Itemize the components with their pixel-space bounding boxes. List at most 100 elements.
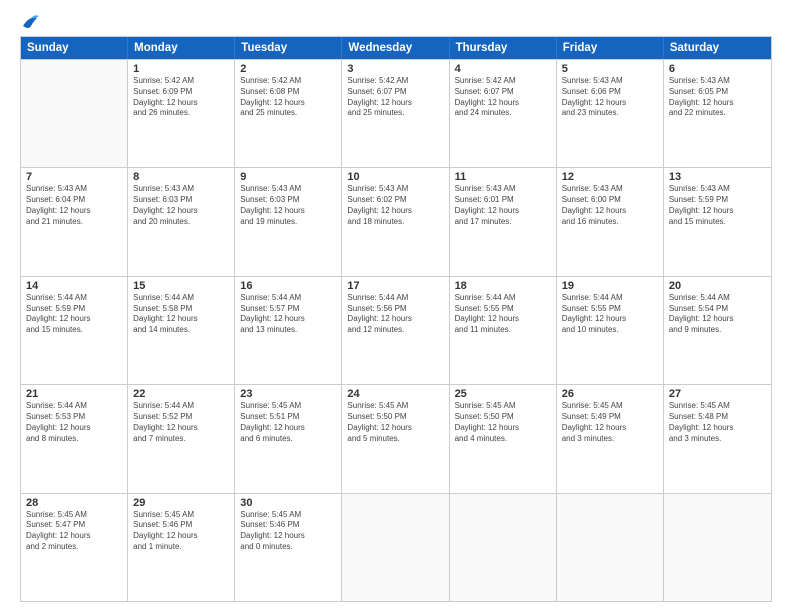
calendar-cell-empty-4-3 [342, 494, 449, 601]
calendar-cell-empty-4-6 [664, 494, 771, 601]
calendar-cell-25: 25Sunrise: 5:45 AM Sunset: 5:50 PM Dayli… [450, 385, 557, 492]
calendar-row-4: 28Sunrise: 5:45 AM Sunset: 5:47 PM Dayli… [21, 493, 771, 601]
day-info: Sunrise: 5:43 AM Sunset: 5:59 PM Dayligh… [669, 184, 766, 227]
day-info: Sunrise: 5:45 AM Sunset: 5:46 PM Dayligh… [133, 510, 229, 553]
day-number: 25 [455, 388, 551, 400]
calendar-cell-11: 11Sunrise: 5:43 AM Sunset: 6:01 PM Dayli… [450, 168, 557, 275]
calendar-cell-26: 26Sunrise: 5:45 AM Sunset: 5:49 PM Dayli… [557, 385, 664, 492]
day-number: 28 [26, 497, 122, 509]
day-number: 8 [133, 171, 229, 183]
day-info: Sunrise: 5:45 AM Sunset: 5:51 PM Dayligh… [240, 401, 336, 444]
header-day-monday: Monday [128, 37, 235, 59]
calendar-header: SundayMondayTuesdayWednesdayThursdayFrid… [21, 37, 771, 59]
calendar-cell-21: 21Sunrise: 5:44 AM Sunset: 5:53 PM Dayli… [21, 385, 128, 492]
calendar-cell-12: 12Sunrise: 5:43 AM Sunset: 6:00 PM Dayli… [557, 168, 664, 275]
calendar-cell-1: 1Sunrise: 5:42 AM Sunset: 6:09 PM Daylig… [128, 60, 235, 167]
day-info: Sunrise: 5:45 AM Sunset: 5:50 PM Dayligh… [347, 401, 443, 444]
day-info: Sunrise: 5:44 AM Sunset: 5:52 PM Dayligh… [133, 401, 229, 444]
day-number: 3 [347, 63, 443, 75]
day-info: Sunrise: 5:42 AM Sunset: 6:09 PM Dayligh… [133, 76, 229, 119]
header-day-wednesday: Wednesday [342, 37, 449, 59]
day-info: Sunrise: 5:44 AM Sunset: 5:54 PM Dayligh… [669, 293, 766, 336]
day-number: 6 [669, 63, 766, 75]
calendar-cell-14: 14Sunrise: 5:44 AM Sunset: 5:59 PM Dayli… [21, 277, 128, 384]
calendar-cell-18: 18Sunrise: 5:44 AM Sunset: 5:55 PM Dayli… [450, 277, 557, 384]
header-day-saturday: Saturday [664, 37, 771, 59]
day-info: Sunrise: 5:44 AM Sunset: 5:57 PM Dayligh… [240, 293, 336, 336]
calendar-cell-23: 23Sunrise: 5:45 AM Sunset: 5:51 PM Dayli… [235, 385, 342, 492]
calendar-cell-9: 9Sunrise: 5:43 AM Sunset: 6:03 PM Daylig… [235, 168, 342, 275]
day-info: Sunrise: 5:43 AM Sunset: 6:03 PM Dayligh… [133, 184, 229, 227]
day-number: 7 [26, 171, 122, 183]
calendar-cell-22: 22Sunrise: 5:44 AM Sunset: 5:52 PM Dayli… [128, 385, 235, 492]
day-number: 20 [669, 280, 766, 292]
header-day-friday: Friday [557, 37, 664, 59]
day-info: Sunrise: 5:42 AM Sunset: 6:08 PM Dayligh… [240, 76, 336, 119]
calendar-cell-6: 6Sunrise: 5:43 AM Sunset: 6:05 PM Daylig… [664, 60, 771, 167]
header-day-tuesday: Tuesday [235, 37, 342, 59]
day-number: 13 [669, 171, 766, 183]
calendar: SundayMondayTuesdayWednesdayThursdayFrid… [20, 36, 772, 602]
day-info: Sunrise: 5:42 AM Sunset: 6:07 PM Dayligh… [347, 76, 443, 119]
calendar-row-3: 21Sunrise: 5:44 AM Sunset: 5:53 PM Dayli… [21, 384, 771, 492]
calendar-cell-empty-4-5 [557, 494, 664, 601]
day-info: Sunrise: 5:44 AM Sunset: 5:55 PM Dayligh… [562, 293, 658, 336]
day-number: 10 [347, 171, 443, 183]
day-info: Sunrise: 5:45 AM Sunset: 5:47 PM Dayligh… [26, 510, 122, 553]
calendar-row-0: 1Sunrise: 5:42 AM Sunset: 6:09 PM Daylig… [21, 59, 771, 167]
day-info: Sunrise: 5:44 AM Sunset: 5:59 PM Dayligh… [26, 293, 122, 336]
day-info: Sunrise: 5:43 AM Sunset: 6:01 PM Dayligh… [455, 184, 551, 227]
day-number: 19 [562, 280, 658, 292]
day-number: 4 [455, 63, 551, 75]
calendar-cell-10: 10Sunrise: 5:43 AM Sunset: 6:02 PM Dayli… [342, 168, 449, 275]
calendar-cell-28: 28Sunrise: 5:45 AM Sunset: 5:47 PM Dayli… [21, 494, 128, 601]
day-number: 5 [562, 63, 658, 75]
day-info: Sunrise: 5:44 AM Sunset: 5:56 PM Dayligh… [347, 293, 443, 336]
calendar-row-1: 7Sunrise: 5:43 AM Sunset: 6:04 PM Daylig… [21, 167, 771, 275]
day-number: 24 [347, 388, 443, 400]
calendar-cell-3: 3Sunrise: 5:42 AM Sunset: 6:07 PM Daylig… [342, 60, 449, 167]
day-number: 18 [455, 280, 551, 292]
day-number: 23 [240, 388, 336, 400]
day-number: 15 [133, 280, 229, 292]
day-number: 26 [562, 388, 658, 400]
day-info: Sunrise: 5:45 AM Sunset: 5:48 PM Dayligh… [669, 401, 766, 444]
calendar-cell-empty-0-0 [21, 60, 128, 167]
day-info: Sunrise: 5:43 AM Sunset: 6:06 PM Dayligh… [562, 76, 658, 119]
logo-bird-icon [21, 12, 39, 34]
day-info: Sunrise: 5:43 AM Sunset: 6:02 PM Dayligh… [347, 184, 443, 227]
day-info: Sunrise: 5:44 AM Sunset: 5:55 PM Dayligh… [455, 293, 551, 336]
calendar-cell-13: 13Sunrise: 5:43 AM Sunset: 5:59 PM Dayli… [664, 168, 771, 275]
day-info: Sunrise: 5:43 AM Sunset: 6:05 PM Dayligh… [669, 76, 766, 119]
calendar-cell-20: 20Sunrise: 5:44 AM Sunset: 5:54 PM Dayli… [664, 277, 771, 384]
header [20, 16, 772, 30]
day-info: Sunrise: 5:44 AM Sunset: 5:53 PM Dayligh… [26, 401, 122, 444]
day-number: 29 [133, 497, 229, 509]
day-info: Sunrise: 5:45 AM Sunset: 5:50 PM Dayligh… [455, 401, 551, 444]
calendar-cell-19: 19Sunrise: 5:44 AM Sunset: 5:55 PM Dayli… [557, 277, 664, 384]
logo [20, 16, 39, 30]
calendar-cell-16: 16Sunrise: 5:44 AM Sunset: 5:57 PM Dayli… [235, 277, 342, 384]
calendar-cell-15: 15Sunrise: 5:44 AM Sunset: 5:58 PM Dayli… [128, 277, 235, 384]
day-number: 21 [26, 388, 122, 400]
page: SundayMondayTuesdayWednesdayThursdayFrid… [0, 0, 792, 612]
calendar-row-2: 14Sunrise: 5:44 AM Sunset: 5:59 PM Dayli… [21, 276, 771, 384]
day-number: 22 [133, 388, 229, 400]
day-number: 16 [240, 280, 336, 292]
day-info: Sunrise: 5:45 AM Sunset: 5:46 PM Dayligh… [240, 510, 336, 553]
day-number: 2 [240, 63, 336, 75]
day-number: 30 [240, 497, 336, 509]
day-number: 1 [133, 63, 229, 75]
calendar-cell-29: 29Sunrise: 5:45 AM Sunset: 5:46 PM Dayli… [128, 494, 235, 601]
day-number: 11 [455, 171, 551, 183]
day-number: 27 [669, 388, 766, 400]
calendar-cell-5: 5Sunrise: 5:43 AM Sunset: 6:06 PM Daylig… [557, 60, 664, 167]
day-number: 12 [562, 171, 658, 183]
day-number: 14 [26, 280, 122, 292]
calendar-cell-2: 2Sunrise: 5:42 AM Sunset: 6:08 PM Daylig… [235, 60, 342, 167]
day-number: 9 [240, 171, 336, 183]
calendar-cell-4: 4Sunrise: 5:42 AM Sunset: 6:07 PM Daylig… [450, 60, 557, 167]
calendar-cell-empty-4-4 [450, 494, 557, 601]
calendar-body: 1Sunrise: 5:42 AM Sunset: 6:09 PM Daylig… [21, 59, 771, 601]
day-number: 17 [347, 280, 443, 292]
